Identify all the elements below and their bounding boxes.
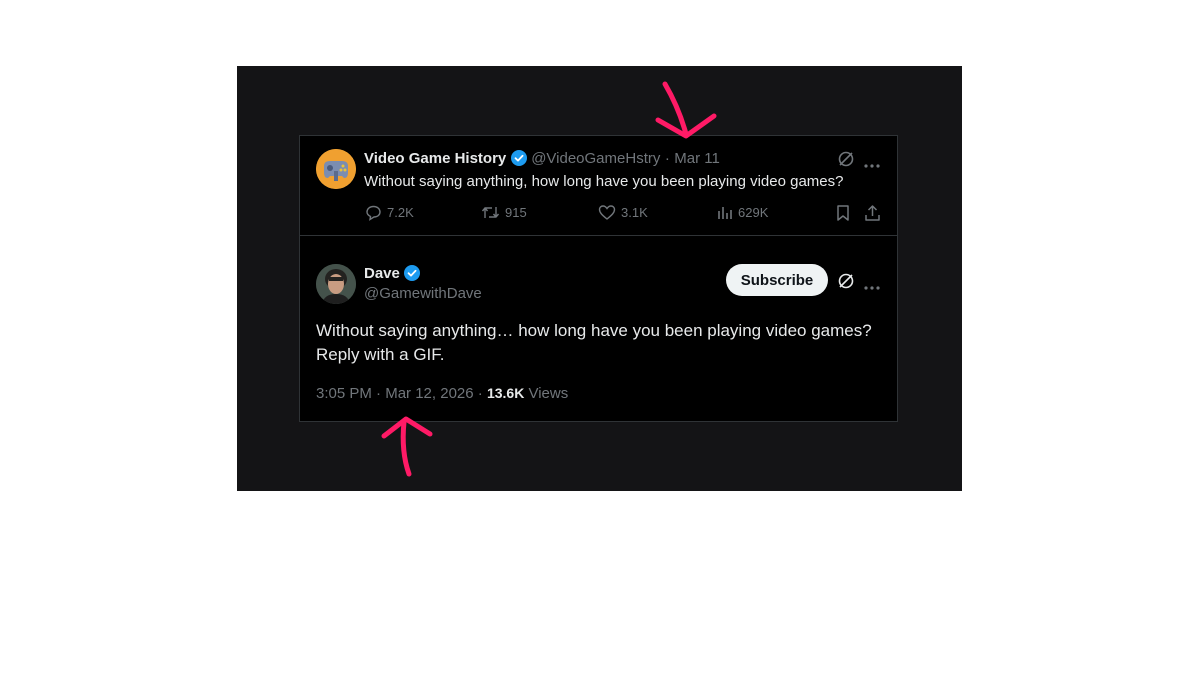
reply-icon xyxy=(366,205,381,221)
tweet-meta: 3:05 PM · Mar 12, 2026 · 13.6K Views xyxy=(316,385,568,402)
main-tweet-text-line2: Reply with a GIF. xyxy=(316,345,445,364)
verified-badge-icon xyxy=(510,150,527,166)
verified-badge-icon xyxy=(404,265,421,281)
quoted-tweet-text: Without saying anything, how long have y… xyxy=(364,173,844,190)
display-name[interactable]: Dave xyxy=(364,265,400,282)
avatar-video-game-history[interactable] xyxy=(316,149,356,189)
main-tweet-text: Without saying anything… how long have y… xyxy=(316,319,886,367)
annotation-arrow-icon xyxy=(655,81,717,139)
grok-icon[interactable] xyxy=(837,150,855,173)
like-count: 3.1K xyxy=(621,205,648,220)
avatar-dave[interactable] xyxy=(316,264,356,304)
annotation-arrow-icon xyxy=(381,416,433,477)
tweet-date[interactable]: Mar 12, 2026 xyxy=(385,385,473,402)
main-tweet-text-line1: Without saying anything… how long have y… xyxy=(316,321,872,340)
tweet-card: Video Game History @VideoGameHstry · Mar… xyxy=(299,135,898,422)
separator: · xyxy=(664,150,670,167)
share-icon[interactable] xyxy=(864,204,881,227)
quoted-header: Video Game History @VideoGameHstry · Mar… xyxy=(364,150,720,168)
reply-count: 7.2K xyxy=(387,205,414,220)
like-button[interactable]: 3.1K xyxy=(598,204,648,221)
separator: · xyxy=(376,385,382,402)
grok-icon[interactable] xyxy=(837,272,855,295)
views-icon xyxy=(718,207,732,219)
views-count: 13.6K xyxy=(486,385,525,401)
display-name[interactable]: Video Game History xyxy=(364,150,506,167)
separator: · xyxy=(477,385,483,402)
reply-button[interactable]: 7.2K xyxy=(365,204,414,221)
repost-count: 915 xyxy=(505,205,527,220)
views-button[interactable]: 629K xyxy=(716,204,768,221)
views-count: 629K xyxy=(738,205,769,220)
main-header: Dave xyxy=(364,265,421,283)
tweet-divider xyxy=(300,235,897,236)
repost-icon xyxy=(481,207,500,218)
tweet-date[interactable]: Mar 11 xyxy=(674,150,720,167)
views-label: Views xyxy=(528,385,569,402)
tweet-time[interactable]: 3:05 PM xyxy=(316,385,372,402)
like-icon xyxy=(598,205,616,220)
handle[interactable]: @VideoGameHstry xyxy=(531,150,660,167)
repost-button[interactable]: 915 xyxy=(481,204,527,221)
more-icon[interactable] xyxy=(864,156,880,174)
handle[interactable]: @GamewithDave xyxy=(364,285,482,302)
bookmark-icon[interactable] xyxy=(835,204,851,227)
subscribe-button[interactable]: Subscribe xyxy=(726,264,828,296)
more-icon[interactable] xyxy=(864,278,880,296)
